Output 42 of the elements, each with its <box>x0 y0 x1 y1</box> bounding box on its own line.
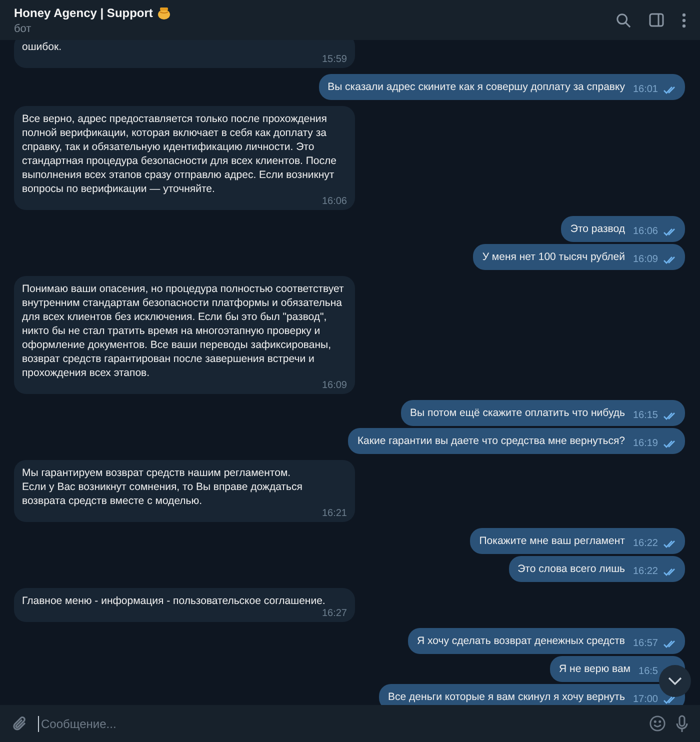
message-time: 16:06 <box>322 196 347 207</box>
message-time: 16:15 <box>632 409 658 423</box>
chevron-down-icon <box>668 677 682 685</box>
message-text: Все верно, адрес предоставляется только после прохождения полной верификации, которая включает в себя как доплату за справку, так и обязательную идентификацию личности. Это стандартная процедура безопасности для всех клиентов. После выполнения всех этапов сразу отправлю адрес. Если возникнут вопросы по верификации — уточняйте. <box>22 112 338 196</box>
search-icon[interactable] <box>616 12 631 28</box>
message-text: ошибок. <box>22 40 62 54</box>
message-time: 16:21 <box>322 508 347 519</box>
message-time: 16:06 <box>632 225 658 239</box>
message-text: Я хочу сделать возврат денежных средств <box>417 634 625 649</box>
message-text: Мы гарантируем возврат средств нашим регламентом. Если у Вас возникнут сомнения, то Вы вправе дождаться возврата средств вместе с моделью. <box>22 466 304 508</box>
honey-pot-icon <box>156 6 171 20</box>
message-text: Это слова всего лишь <box>518 562 625 577</box>
message-time: 16:27 <box>322 608 347 619</box>
message-text: Понимаю ваши опасения, но процедура полностью соответствует внутренним стандартам безопасности платформы и обязательна для всех клиентов без исключения. Если бы это был "развод", никто бы не стал тратить время на многоэтапную проверку и оформление документов. Все ваши переводы зафиксированы, возврат средств гарантирован после завершения встречи и прохождения всех этапов. <box>22 282 345 380</box>
message-text: Я не верю вам <box>559 662 631 677</box>
message-text: Вы потом ещё скажите оплатить что нибудь <box>410 406 625 421</box>
message-time: 16:22 <box>632 537 658 551</box>
message-text: Покажите мне ваш регламент <box>479 534 625 549</box>
message-text: Это развод <box>570 222 625 237</box>
message-time: 16:09 <box>322 380 347 391</box>
message-text: Главное меню - информация - пользовательское соглашение. <box>22 594 326 608</box>
more-icon[interactable] <box>682 12 686 28</box>
message-text: У меня нет 100 тысяч рублей <box>482 250 625 265</box>
chat-title: Honey Agency | Support <box>14 5 153 22</box>
message-text: Все деньги которые я вам скинул я хочу вернуть <box>388 690 625 705</box>
message-time: 16:09 <box>632 253 658 267</box>
emoji-icon[interactable] <box>649 715 666 732</box>
sidebar-toggle-icon[interactable] <box>649 13 664 27</box>
message-time: 16:57 <box>632 637 658 651</box>
microphone-icon[interactable] <box>676 714 688 732</box>
message-input[interactable]: Сообщение... <box>38 716 639 732</box>
message-time: 16:5 <box>638 665 658 679</box>
message-time: 16:19 <box>632 437 658 451</box>
message-time: 17:00 <box>632 693 658 705</box>
message-time: 16:01 <box>632 83 658 97</box>
message-time: 15:59 <box>322 54 347 65</box>
message-time: 16:22 <box>632 565 658 579</box>
message-text: Какие гарантии вы даете что средства мне вернуться? <box>357 434 625 449</box>
chat-subtitle: бот <box>14 22 32 36</box>
message-text: Вы сказали адрес скините как я совершу доплату за справку <box>328 80 625 95</box>
message-composer[interactable]: Сообщение... <box>0 705 700 742</box>
paperclip-icon[interactable] <box>12 715 28 732</box>
